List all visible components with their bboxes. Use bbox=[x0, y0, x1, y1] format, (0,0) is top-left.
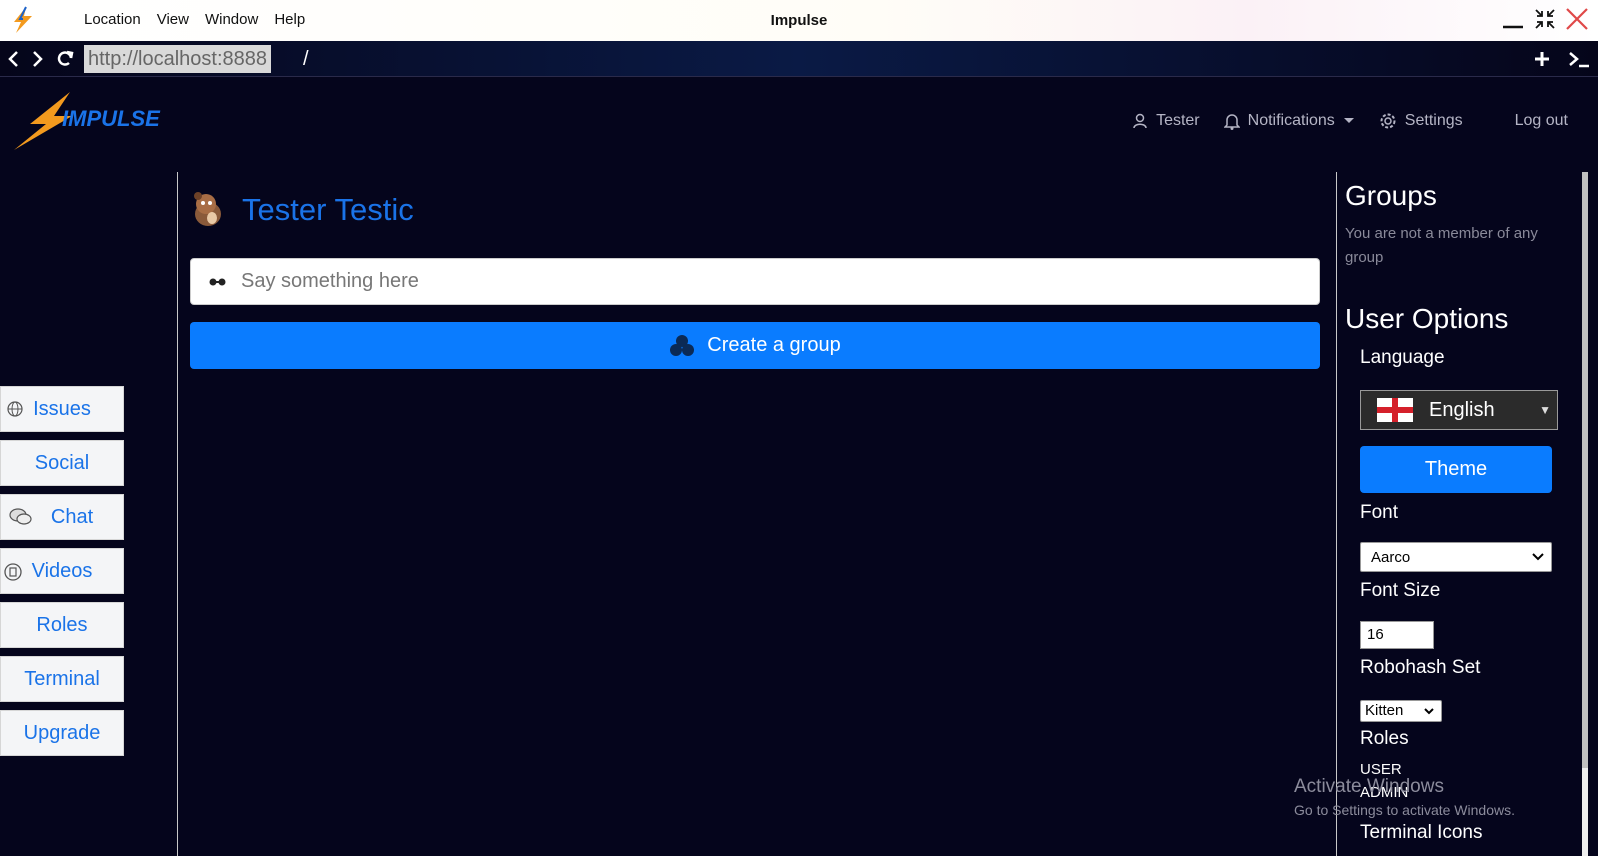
chevron-down-icon bbox=[1424, 708, 1434, 715]
window-controls bbox=[1500, 6, 1590, 32]
scrollbar-thumb[interactable] bbox=[1582, 172, 1588, 768]
language-value: English bbox=[1429, 398, 1495, 421]
address-bar: http://localhost:8888 / bbox=[0, 41, 1598, 77]
sidebar-item-videos[interactable]: Videos bbox=[0, 548, 124, 594]
robohash-value: Kitten bbox=[1365, 702, 1404, 719]
settings-label: Settings bbox=[1404, 112, 1463, 129]
menu-window[interactable]: Window bbox=[205, 11, 258, 28]
font-label: Font bbox=[1360, 502, 1399, 523]
restore-icon[interactable] bbox=[1532, 6, 1558, 32]
impulse-logo[interactable]: IMPULSE bbox=[12, 90, 174, 152]
font-size-label: Font Size bbox=[1360, 580, 1441, 601]
group-icon bbox=[670, 334, 695, 356]
groups-heading: Groups bbox=[1345, 180, 1437, 211]
sidebar-item-social[interactable]: Social bbox=[0, 440, 124, 486]
notifications-dropdown[interactable]: Notifications bbox=[1223, 112, 1355, 130]
notifications-label: Notifications bbox=[1247, 112, 1335, 129]
groups-empty-note: You are not a member of any group bbox=[1345, 225, 1538, 266]
globe-icon bbox=[7, 401, 23, 417]
window-titlebar: Location View Window Help Impulse bbox=[0, 0, 1598, 41]
font-value: Aarco bbox=[1371, 548, 1411, 566]
post-composer bbox=[190, 258, 1320, 305]
address-actions bbox=[1532, 49, 1590, 69]
theme-button[interactable]: Theme bbox=[1360, 446, 1552, 493]
top-nav: Tester Notifications Settings Log out bbox=[1132, 112, 1568, 130]
sidebar-item-label: Upgrade bbox=[23, 721, 101, 744]
activation-watermark: Activate Windows Go to Settings to activ… bbox=[1294, 776, 1515, 818]
sidebar-item-chat[interactable]: Chat bbox=[0, 494, 124, 540]
watermark-subtitle: Go to Settings to activate Windows. bbox=[1294, 802, 1515, 818]
settings-link[interactable]: Settings bbox=[1379, 112, 1463, 130]
avatar[interactable] bbox=[190, 192, 224, 228]
right-panel: Groups You are not a member of any group… bbox=[1336, 172, 1576, 856]
language-label: Language bbox=[1360, 347, 1445, 368]
create-group-button[interactable]: Create a group bbox=[190, 322, 1320, 369]
font-size-input[interactable]: 16 bbox=[1360, 621, 1434, 649]
terminal-icon[interactable] bbox=[1568, 49, 1590, 69]
robohash-select[interactable]: Kitten bbox=[1360, 700, 1442, 722]
user-name: Tester bbox=[1156, 112, 1200, 129]
user-icon bbox=[1133, 113, 1147, 129]
roles-label: Roles bbox=[1360, 728, 1409, 749]
sidebar-item-issues[interactable]: Issues bbox=[0, 386, 124, 432]
back-icon[interactable] bbox=[4, 49, 24, 69]
new-tab-icon[interactable] bbox=[1532, 49, 1552, 69]
app-logo-icon bbox=[14, 6, 32, 33]
user-options-heading: User Options bbox=[1345, 303, 1509, 334]
caret-down-icon: ▼ bbox=[1539, 403, 1551, 417]
url-path[interactable]: / bbox=[303, 45, 309, 73]
logo-text: IMPULSE bbox=[62, 106, 161, 131]
sidebar-item-roles[interactable]: Roles bbox=[0, 602, 124, 648]
speech-dots-icon bbox=[209, 278, 226, 285]
robohash-label: Robohash Set bbox=[1360, 657, 1481, 678]
forward-icon[interactable] bbox=[27, 49, 47, 69]
post-input[interactable] bbox=[241, 270, 1281, 293]
england-flag-icon bbox=[1377, 398, 1413, 422]
chevron-down-icon bbox=[1532, 553, 1544, 561]
profile-header: Tester Testic bbox=[190, 192, 414, 228]
sidebar-item-label: Roles bbox=[36, 613, 88, 636]
terminal-icons-label: Terminal Icons bbox=[1360, 822, 1483, 843]
sidebar-item-label: Issues bbox=[33, 397, 91, 420]
profile-name[interactable]: Tester Testic bbox=[242, 192, 414, 228]
sidebar-item-upgrade[interactable]: Upgrade bbox=[0, 710, 124, 756]
font-select[interactable]: Aarco bbox=[1360, 542, 1552, 572]
chat-bubbles-icon bbox=[9, 508, 32, 525]
reload-icon[interactable] bbox=[55, 49, 75, 69]
caret-down-icon bbox=[1343, 118, 1354, 123]
logout-link[interactable]: Log out bbox=[1515, 112, 1568, 130]
sidebar-item-terminal[interactable]: Terminal bbox=[0, 656, 124, 702]
sidebar-item-label: Videos bbox=[31, 559, 93, 582]
film-icon bbox=[4, 563, 22, 581]
menu-bar: Location View Window Help bbox=[84, 11, 305, 28]
url-host[interactable]: http://localhost:8888 bbox=[84, 45, 272, 73]
sidebar-item-label: Social bbox=[34, 451, 90, 474]
create-group-label: Create a group bbox=[707, 334, 841, 356]
side-nav: Issues Social Chat Videos Roles Terminal… bbox=[0, 386, 124, 764]
user-link[interactable]: Tester bbox=[1132, 112, 1200, 130]
main-content: Tester Testic Create a group bbox=[177, 172, 1335, 856]
watermark-title: Activate Windows bbox=[1294, 776, 1444, 797]
menu-location[interactable]: Location bbox=[84, 11, 141, 28]
sidebar-item-label: Terminal bbox=[24, 667, 100, 690]
minimize-icon[interactable] bbox=[1500, 6, 1526, 32]
close-icon[interactable] bbox=[1564, 6, 1590, 32]
right-panel-scrollbar[interactable] bbox=[1582, 172, 1588, 856]
bell-icon bbox=[1223, 114, 1240, 130]
sidebar-item-label: Chat bbox=[50, 505, 94, 528]
menu-help[interactable]: Help bbox=[274, 11, 305, 28]
menu-view[interactable]: View bbox=[157, 11, 189, 28]
gear-icon bbox=[1380, 113, 1396, 129]
language-select[interactable]: English ▼ bbox=[1360, 390, 1558, 430]
